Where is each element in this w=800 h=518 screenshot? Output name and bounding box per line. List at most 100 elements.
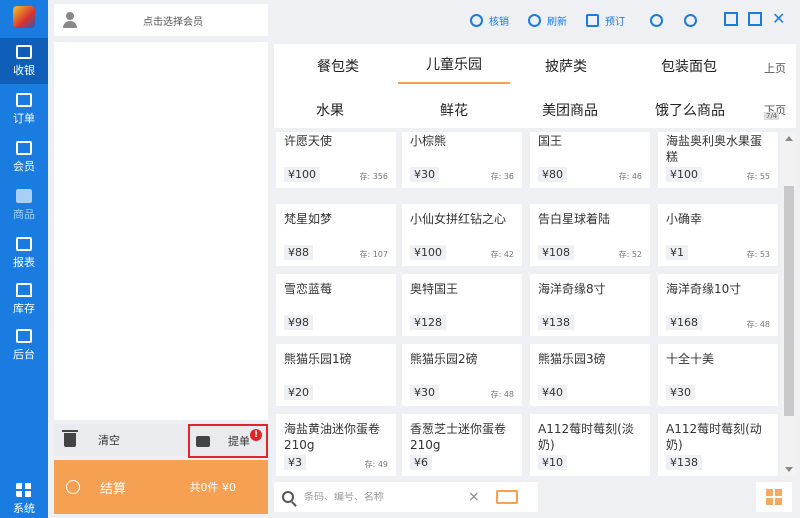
nav-item-goods[interactable]: 商品 xyxy=(0,182,48,228)
scroll-down-arrow[interactable] xyxy=(785,467,793,472)
tab-category[interactable]: 鲜花 xyxy=(434,100,474,120)
verify-button[interactable]: 核销 xyxy=(470,12,509,28)
product-card[interactable]: 海盐黄油迷你蛋卷210g ¥3 存: 49 xyxy=(276,414,396,476)
report-icon xyxy=(16,236,32,251)
wifi-button[interactable] xyxy=(650,12,663,28)
product-card[interactable]: 奥特国王 ¥128 xyxy=(402,274,522,336)
tab-category[interactable]: 包装面包 xyxy=(654,56,724,76)
maximize-button[interactable] xyxy=(748,12,762,26)
grid-layout-button[interactable] xyxy=(756,482,792,512)
member-select-bar[interactable]: 点击选择会员 xyxy=(54,4,268,36)
user-icon xyxy=(684,13,697,27)
product-name: 海盐黄油迷你蛋卷210g xyxy=(284,422,381,452)
product-card[interactable]: 告白星球着陆 ¥108 存: 52 xyxy=(530,204,650,266)
close-icon[interactable]: ✕ xyxy=(772,9,785,28)
product-price: ¥30 xyxy=(410,385,439,400)
product-name: 小确幸 xyxy=(666,212,703,226)
product-price: ¥3 xyxy=(284,455,306,470)
product-name: 小仙女拼红钻之心 xyxy=(410,212,507,226)
product-card[interactable]: 熊猫乐园2磅 ¥30 存: 48 xyxy=(402,344,522,406)
product-stock: 存: 53 xyxy=(746,250,770,259)
product-stock: 存: 48 xyxy=(746,320,770,329)
prev-page-button[interactable]: 上页 xyxy=(764,60,786,76)
product-card[interactable]: 国王 ¥80 存: 46 xyxy=(530,132,650,188)
product-card[interactable]: 海盐奥利奥水果蛋糕 ¥100 存: 55 xyxy=(658,132,778,188)
product-name: A112莓时莓刻(淡奶) xyxy=(538,422,634,452)
tab-category[interactable]: 水果 xyxy=(310,100,350,120)
nav-item-cashier[interactable]: 收银 xyxy=(0,38,48,84)
product-card[interactable]: 小棕熊 ¥30 存: 36 xyxy=(402,132,522,188)
reserve-button[interactable]: 预订 xyxy=(586,12,625,28)
nav-label: 后台 xyxy=(13,347,35,361)
pick-order-button[interactable]: 提单 ! xyxy=(188,424,268,458)
keyboard-icon[interactable] xyxy=(495,490,518,504)
nav-label: 订单 xyxy=(13,111,35,125)
left-nav: 收银 订单 会员 商品 报表 库存 后台 系统 xyxy=(0,0,48,518)
product-card[interactable]: 海洋奇缘10寸 ¥168 存: 48 xyxy=(658,274,778,336)
order-actions: 清空 提单 ! xyxy=(54,424,268,458)
clear-search-button[interactable]: × xyxy=(468,489,480,505)
product-price: ¥100 xyxy=(666,167,702,182)
nav-item-orders[interactable]: 订单 xyxy=(0,86,48,132)
refresh-label: 刷新 xyxy=(547,16,567,28)
product-price: ¥40 xyxy=(538,385,567,400)
product-name: 熊猫乐园3磅 xyxy=(538,352,606,366)
inventory-icon xyxy=(16,282,32,297)
product-card[interactable]: A112莓时莓刻(动奶) ¥138 xyxy=(658,414,778,476)
calendar-icon xyxy=(586,13,599,27)
verify-label: 核销 xyxy=(489,16,509,28)
refresh-button[interactable]: 刷新 xyxy=(528,12,567,28)
product-price: ¥6 xyxy=(410,455,432,470)
scroll-up-arrow[interactable] xyxy=(785,136,793,141)
product-card[interactable]: A112莓时莓刻(淡奶) ¥10 xyxy=(530,414,650,476)
nav-item-reports[interactable]: 报表 xyxy=(0,230,48,276)
nav-item-backend[interactable]: 后台 xyxy=(0,322,48,368)
product-stock: 存: 36 xyxy=(490,172,514,181)
product-card[interactable]: 梵星如梦 ¥88 存: 107 xyxy=(276,204,396,266)
tab-category[interactable]: 饿了么商品 xyxy=(652,100,728,120)
product-card[interactable]: 小确幸 ¥1 存: 53 xyxy=(658,204,778,266)
nav-item-system[interactable]: 系统 xyxy=(0,476,48,518)
yuan-icon xyxy=(66,480,80,494)
scroll-thumb[interactable] xyxy=(784,186,794,416)
product-card[interactable]: 十全十美 ¥30 xyxy=(658,344,778,406)
product-card[interactable]: 香葱芝士迷你蛋卷210g ¥6 xyxy=(402,414,522,476)
product-name: 奥特国王 xyxy=(410,282,459,296)
product-price: ¥108 xyxy=(538,245,574,260)
product-card[interactable]: 小仙女拼红钻之心 ¥100 存: 42 xyxy=(402,204,522,266)
tab-category-active[interactable]: 儿童乐园 xyxy=(398,54,510,84)
product-price: ¥98 xyxy=(284,315,313,330)
refresh-icon xyxy=(528,13,541,27)
category-panel: 餐包类 儿童乐园 披萨类 包装面包 上页 水果 鲜花 美团商品 饿了么商品 下页 xyxy=(274,44,796,128)
nav-item-members[interactable]: 会员 xyxy=(0,134,48,180)
product-card[interactable]: 熊猫乐园3磅 ¥40 xyxy=(530,344,650,406)
product-name: 海洋奇缘10寸 xyxy=(666,282,742,296)
clear-button[interactable]: 清空 xyxy=(54,424,188,456)
product-price: ¥128 xyxy=(410,315,446,330)
tab-category[interactable]: 餐包类 xyxy=(308,56,368,76)
order-summary: 共0件 ¥0 xyxy=(189,481,237,494)
nav-label: 报表 xyxy=(13,255,35,269)
minimize-button[interactable] xyxy=(724,12,738,26)
product-card[interactable]: 海洋奇缘8寸 ¥138 xyxy=(530,274,650,336)
search-input[interactable] xyxy=(304,491,464,503)
product-name: 告白星球着陆 xyxy=(538,212,611,226)
product-scrollbar[interactable] xyxy=(782,132,796,476)
product-price: ¥20 xyxy=(284,385,313,400)
tab-category[interactable]: 美团商品 xyxy=(538,100,602,120)
product-card[interactable]: 许愿天使 ¥100 存: 356 xyxy=(276,132,396,188)
product-card[interactable]: 雪恋蓝莓 ¥98 xyxy=(276,274,396,336)
nav-label: 会员 xyxy=(13,159,35,173)
product-stock: 存: 48 xyxy=(490,390,514,399)
product-name: 小棕熊 xyxy=(410,134,447,148)
checkout-button[interactable]: 结算 共0件 ¥0 xyxy=(54,460,268,514)
tab-category[interactable]: 披萨类 xyxy=(536,56,596,76)
wallet-icon xyxy=(196,435,210,447)
wifi-icon xyxy=(650,13,663,27)
product-name: 梵星如梦 xyxy=(284,212,333,226)
nav-label: 系统 xyxy=(13,501,35,515)
nav-item-inventory[interactable]: 库存 xyxy=(0,276,48,322)
product-card[interactable]: 熊猫乐园1磅 ¥20 xyxy=(276,344,396,406)
user-button[interactable] xyxy=(684,12,697,28)
product-price: ¥10 xyxy=(538,455,567,470)
